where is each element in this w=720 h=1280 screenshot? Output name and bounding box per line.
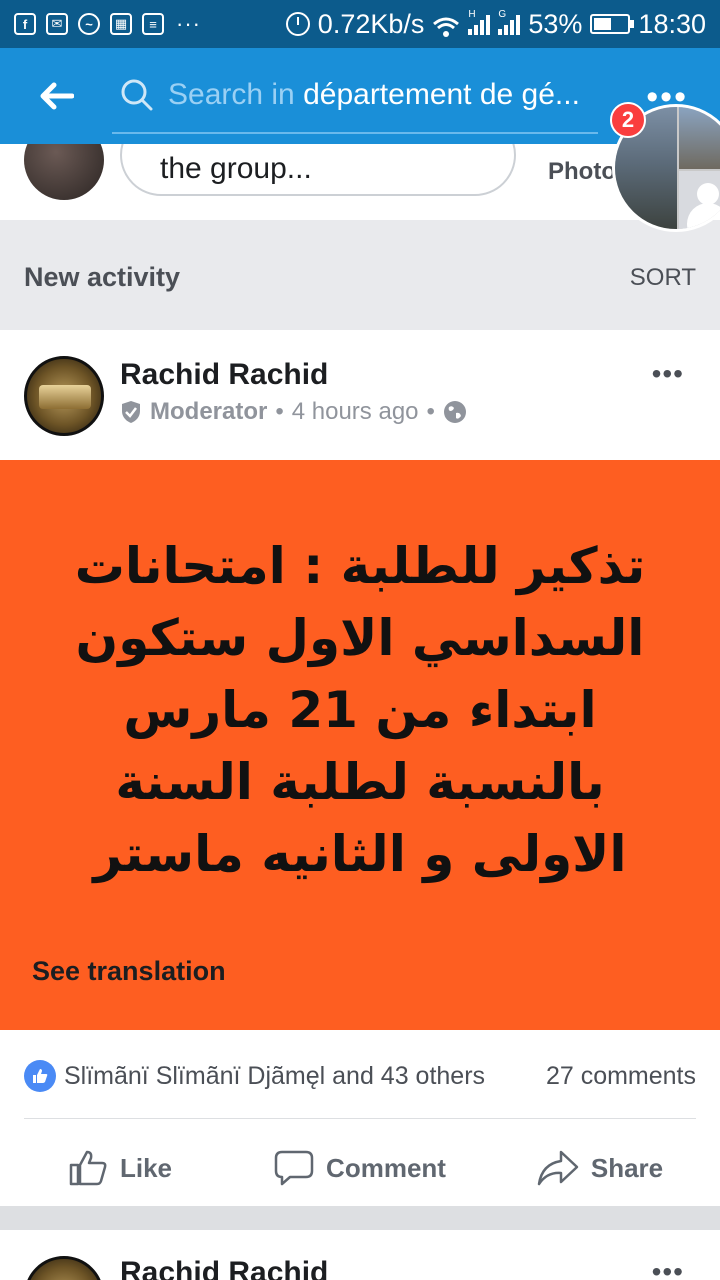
composer: the group... Photo	[0, 144, 720, 220]
share-label: Share	[590, 1152, 664, 1183]
share-arrow-icon	[537, 1150, 579, 1186]
default-avatar-icon	[679, 171, 720, 229]
author-name[interactable]: Rachid Rachid	[120, 358, 328, 392]
battery-icon	[590, 14, 635, 34]
author-role: Moderator	[150, 398, 268, 425]
news-notification-icon: ≡	[142, 13, 164, 35]
post-actions: Like Comment Share	[0, 1138, 720, 1198]
author-name[interactable]: Rachid Rachid	[120, 1256, 328, 1280]
reactions-row[interactable]: Slïmãnï Slïmãnï Djãmęl and 43 others 27 …	[24, 1056, 696, 1096]
post-message: تذكير للطلبة : امتحانات السداسي الاول ست…	[74, 537, 646, 883]
facebook-notification-icon: f	[14, 13, 36, 35]
search-icon	[121, 79, 153, 111]
author-avatar[interactable]	[24, 1256, 104, 1280]
status-bar: f ✉ ~ ▦ ≡ ··· 0.72Kb/s H G 53% 18:30	[0, 0, 720, 48]
like-button[interactable]: Like	[0, 1138, 240, 1198]
network-speed: 0.72Kb/s	[317, 8, 425, 39]
separator-dot: •	[426, 398, 435, 425]
search-group-name: département de gé...	[303, 78, 580, 111]
activity-header: New activity SORT	[0, 220, 720, 330]
like-label: Like	[119, 1152, 173, 1183]
search-placeholder: Search in département de gé...	[168, 78, 580, 112]
see-translation-link[interactable]: See translation	[32, 956, 226, 987]
sort-button[interactable]: SORT	[630, 264, 696, 292]
grid-notification-icon: ▦	[110, 13, 132, 35]
wifi-icon	[432, 14, 460, 37]
avatar	[24, 144, 104, 200]
messenger-notification-icon: ~	[78, 13, 100, 35]
back-arrow-icon	[40, 82, 74, 110]
reactions-text[interactable]: Slïmãnï Slïmãnï Djãmęl and 43 others	[64, 1062, 485, 1091]
battery-fill	[594, 18, 612, 30]
comments-count[interactable]: 27 comments	[546, 1062, 696, 1091]
search-input[interactable]: Search in département de gé...	[112, 58, 598, 134]
divider	[24, 1118, 696, 1119]
moderator-shield-icon	[122, 401, 140, 423]
alarm-icon	[285, 12, 310, 36]
comment-label: Comment	[326, 1152, 446, 1183]
battery-percent: 53%	[528, 8, 583, 39]
clock: 18:30	[638, 8, 706, 39]
post-meta: Moderator • 4 hours ago •	[120, 398, 467, 426]
search-prefix: Search in	[168, 78, 304, 111]
comment-bubble-icon	[274, 1150, 314, 1186]
post-options-icon[interactable]: •••	[652, 358, 684, 390]
chat-unread-badge: 2	[610, 102, 646, 138]
more-notifications-icon: ···	[176, 11, 201, 36]
composer-input[interactable]: the group...	[120, 144, 516, 196]
chat-head-photo	[679, 107, 720, 169]
sim2-network-type: G	[498, 9, 507, 20]
post: Rachid Rachid •••	[0, 1230, 720, 1280]
post-time[interactable]: 4 hours ago	[292, 398, 419, 426]
composer-placeholder: the group...	[160, 152, 312, 185]
comment-button[interactable]: Comment	[240, 1138, 480, 1198]
activity-title: New activity	[24, 262, 181, 292]
post-text-card[interactable]: تذكير للطلبة : امتحانات السداسي الاول ست…	[0, 460, 720, 1030]
post: Rachid Rachid Moderator • 4 hours ago • …	[0, 330, 720, 1206]
post-options-icon[interactable]: •••	[652, 1256, 684, 1280]
separator-dot: •	[275, 398, 284, 425]
signal-sim2-icon: G	[498, 9, 521, 35]
share-button[interactable]: Share	[480, 1138, 720, 1198]
like-reaction-icon	[24, 1060, 56, 1092]
mail-notification-icon: ✉	[46, 13, 68, 35]
feed-divider	[0, 1206, 720, 1230]
thumbs-up-icon	[69, 1150, 107, 1186]
sim1-network-type: H	[468, 9, 476, 20]
globe-icon	[443, 401, 466, 423]
author-avatar[interactable]	[24, 356, 104, 436]
signal-sim1-icon: H	[468, 9, 491, 35]
back-button[interactable]	[24, 64, 88, 128]
photo-button[interactable]: Photo	[548, 158, 616, 186]
